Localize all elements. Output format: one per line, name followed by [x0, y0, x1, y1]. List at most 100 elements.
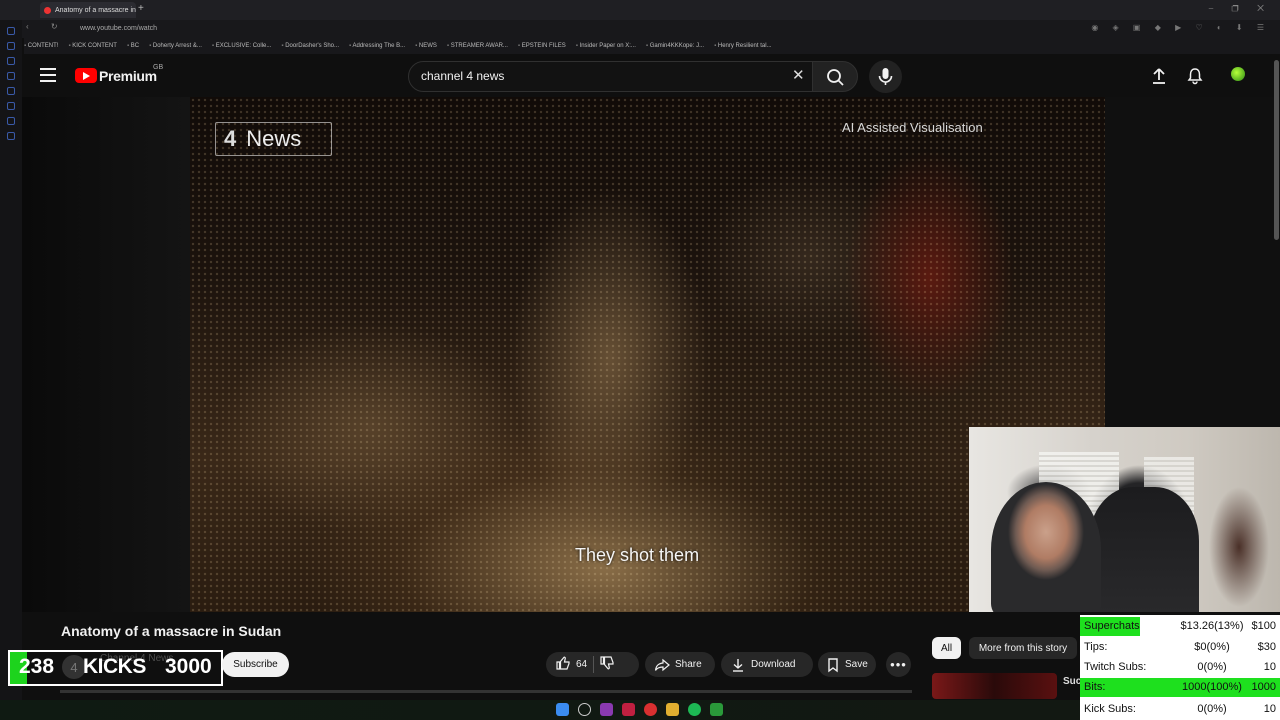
like-button[interactable]: [555, 655, 571, 674]
browser-sidebar: [0, 20, 22, 700]
related-video-thumbnail[interactable]: [932, 673, 1057, 699]
bookmark-item[interactable]: BC: [127, 43, 139, 49]
stream-stats-panel: Superchats $13.26(13%) $100 Tips: $0(0%) $30 T…: [1080, 615, 1280, 720]
video-caption: They shot them: [575, 545, 700, 565]
search-taskbar-icon[interactable]: [578, 703, 591, 716]
stat-label: Superchats: [1084, 620, 1140, 632]
stat-row: Kick Subs: 0(0%) 10: [1080, 700, 1280, 719]
stat-value: 1000(100%): [1182, 681, 1242, 693]
stat-row: Bits: 1000(100%) 1000: [1080, 678, 1280, 697]
menu-icon[interactable]: [40, 68, 56, 82]
bookmark-item[interactable]: STREAMER AWAR...: [447, 43, 508, 49]
video-progress-track[interactable]: [60, 690, 912, 693]
stat-goal: 10: [1263, 703, 1276, 715]
sidebar-app-icon[interactable]: [7, 117, 15, 125]
streamer-webcam: [969, 427, 1280, 612]
bookmark-icon: [828, 657, 838, 672]
account-avatar[interactable]: [1231, 67, 1245, 81]
clear-search-icon[interactable]: ✕: [792, 66, 805, 84]
bookmark-item[interactable]: Addressing The B...: [349, 43, 406, 49]
stat-label: Twitch Subs:: [1084, 661, 1147, 673]
thumbs-down-icon: [600, 656, 614, 670]
browser-tab-bar: [0, 0, 1280, 20]
sidebar-app-icon[interactable]: [7, 102, 15, 110]
subscribe-button[interactable]: Subscribe: [222, 652, 289, 677]
bookmark-item[interactable]: EPSTEIN FILES: [518, 43, 566, 49]
save-label: Save: [845, 659, 868, 670]
sidebar-app-icon[interactable]: [7, 87, 15, 95]
youtube-premium-label[interactable]: Premium: [99, 68, 157, 84]
app-icon[interactable]: [600, 703, 613, 716]
windows-start-icon[interactable]: [556, 703, 569, 716]
voice-search-button[interactable]: [869, 60, 902, 93]
more-actions-button[interactable]: •••: [886, 652, 911, 677]
spotify-icon[interactable]: [688, 703, 701, 716]
tab-title: Anatomy of a massacre in: [55, 6, 136, 14]
url-field[interactable]: www.youtube.com/watch: [80, 23, 580, 35]
notifications-bell-icon[interactable]: [1186, 67, 1204, 90]
sidebar-app-icon[interactable]: [7, 27, 15, 35]
stat-label: Bits:: [1084, 681, 1106, 693]
video-title: Anatomy of a massacre in Sudan: [61, 623, 282, 639]
extension-icons[interactable]: ◉ ◈ ▣ ◆ ▶ ♡ ◐ ⬇ ☰: [1091, 23, 1270, 32]
video-player[interactable]: [190, 97, 1105, 612]
download-button[interactable]: Download: [721, 652, 813, 677]
search-icon: [827, 69, 844, 86]
stat-goal: 10: [1263, 661, 1276, 673]
stat-value: $13.26(13%): [1180, 620, 1244, 632]
stat-row: Twitch Subs: 0(0%) 10: [1080, 658, 1280, 677]
window-controls[interactable]: ⎯ ❐ ✕: [1209, 3, 1272, 14]
microphone-icon: [878, 68, 893, 85]
bookmarks-bar: CONTENT! KICK CONTENT BC Doherty Arrest &..…: [24, 38, 1280, 54]
download-icon: [733, 658, 743, 672]
xbox-icon[interactable]: [710, 703, 723, 716]
channel4-logo-text: News: [246, 126, 302, 151]
bookmark-item[interactable]: KICK CONTENT: [68, 43, 117, 49]
share-button[interactable]: Share: [645, 652, 715, 677]
channel4-glyph-icon: 4: [224, 126, 237, 151]
channel4-news-logo: 4 News: [215, 122, 332, 156]
kicks-label: KICKS: [83, 655, 146, 678]
like-count: 64: [576, 659, 588, 670]
nav-buttons[interactable]: ‹ ↻: [26, 22, 68, 31]
search-button[interactable]: [812, 61, 858, 92]
sidebar-app-icon[interactable]: [7, 132, 15, 140]
kicks-current: 238: [19, 655, 55, 678]
bookmark-item[interactable]: EXCLUSIVE: Colle...: [212, 43, 272, 49]
dislike-button[interactable]: [599, 655, 615, 674]
browser-tab-active[interactable]: Anatomy of a massacre in: [40, 2, 136, 18]
stat-row: Superchats $13.26(13%) $100: [1080, 617, 1280, 636]
sidebar-app-icon[interactable]: [7, 42, 15, 50]
chip-more-from-story[interactable]: More from this story: [969, 637, 1077, 659]
bookmark-item[interactable]: Gamin4KKKope: J...: [646, 43, 704, 49]
sidebar-app-icon[interactable]: [7, 57, 15, 65]
bookmark-item[interactable]: Insider Paper on X:...: [576, 43, 636, 49]
player-letterbox-left: [22, 97, 190, 612]
bookmark-item[interactable]: Doherty Arrest &...: [149, 43, 202, 49]
app-icon[interactable]: [644, 703, 657, 716]
like-dislike-group: 64: [546, 652, 639, 677]
youtube-favicon-icon: [44, 6, 51, 14]
region-label: GB: [153, 64, 164, 71]
youtube-logo-icon[interactable]: [75, 68, 97, 83]
thumbs-up-icon: [556, 656, 570, 670]
download-label: Download: [751, 659, 796, 670]
upload-icon[interactable]: [1150, 67, 1168, 90]
browser-taskbar-icon[interactable]: [622, 703, 635, 716]
stat-value: $0(0%): [1194, 641, 1230, 653]
bookmark-item[interactable]: DoorDasher's Sho...: [281, 43, 339, 49]
bookmark-item[interactable]: CONTENT!: [24, 43, 59, 49]
stat-label: Tips:: [1084, 641, 1108, 653]
new-tab-button[interactable]: +: [138, 3, 144, 14]
bookmark-item[interactable]: NEWS: [415, 43, 437, 49]
sidebar-app-icon[interactable]: [7, 72, 15, 80]
folder-icon[interactable]: [666, 703, 679, 716]
stat-goal: 1000: [1251, 681, 1276, 693]
ai-visualisation-label: AI Assisted Visualisation: [842, 120, 983, 135]
page-scrollbar[interactable]: [1274, 60, 1279, 240]
stat-goal: $100: [1251, 620, 1276, 632]
save-button[interactable]: Save: [818, 652, 876, 677]
bookmark-item[interactable]: Henry Resilient tal...: [714, 43, 772, 49]
kicks-target: 3000: [165, 655, 212, 678]
chip-all[interactable]: All: [932, 637, 961, 659]
